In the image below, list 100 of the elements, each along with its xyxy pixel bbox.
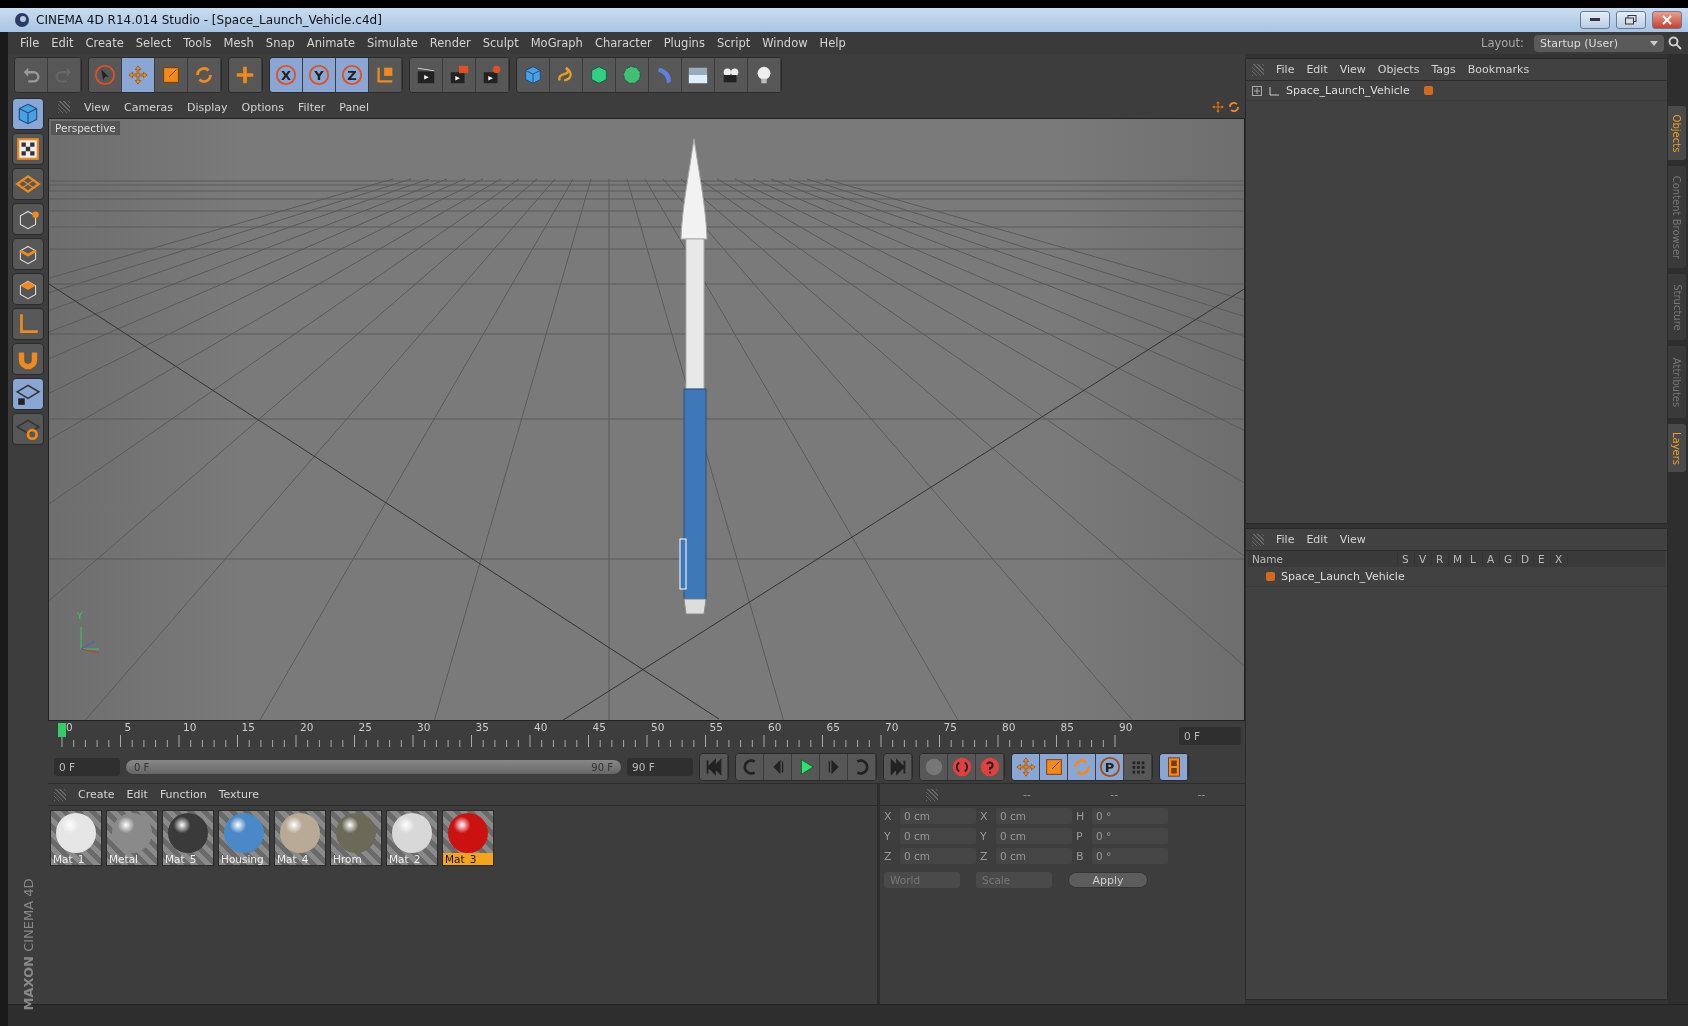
menu-item[interactable]: Panel xyxy=(333,100,375,114)
tool-button[interactable] xyxy=(12,378,44,410)
tool-button[interactable] xyxy=(12,273,44,305)
panel-grip[interactable] xyxy=(1252,533,1264,546)
material-thumbnail[interactable]: Housing xyxy=(218,810,270,866)
tool-button[interactable] xyxy=(12,98,44,130)
menu-item[interactable]: Cameras xyxy=(118,100,179,114)
tool-button[interactable]: X xyxy=(270,58,303,92)
column-header[interactable]: G xyxy=(1500,553,1517,565)
menu-item[interactable]: File xyxy=(1270,533,1301,546)
menu-item[interactable]: Window xyxy=(756,36,814,50)
material-thumbnail[interactable]: Mat_2 xyxy=(386,810,438,866)
menu-item[interactable]: View xyxy=(1333,533,1372,546)
material-thumbnail[interactable]: Mat_5 xyxy=(162,810,214,866)
menu-item[interactable]: View xyxy=(78,100,117,114)
menu-item[interactable]: File xyxy=(1270,63,1301,76)
menu-item[interactable]: MoGraph xyxy=(524,36,589,50)
menu-item[interactable]: Edit xyxy=(120,788,154,801)
coordinate-field[interactable]: 0 cm xyxy=(996,808,1072,824)
menu-item[interactable]: Create xyxy=(72,788,121,801)
coordinate-field[interactable]: 0 cm xyxy=(900,828,976,844)
column-header: -- xyxy=(1110,788,1119,801)
restore-button[interactable] xyxy=(1616,11,1646,29)
menu-item[interactable]: Character xyxy=(588,36,658,50)
axis-label: B xyxy=(1076,849,1085,863)
tool-button[interactable] xyxy=(12,238,44,270)
minimize-button[interactable] xyxy=(1580,11,1610,29)
menu-item[interactable]: Tools xyxy=(177,36,218,50)
search-icon[interactable] xyxy=(1668,36,1682,50)
menu-item[interactable]: Function xyxy=(153,788,213,801)
column-header[interactable]: L xyxy=(1466,553,1483,565)
panel-grip[interactable] xyxy=(925,788,938,801)
current-frame-field[interactable]: 0 F xyxy=(1179,727,1241,745)
menu-item[interactable]: Plugins xyxy=(657,36,711,50)
column-header[interactable]: D xyxy=(1517,553,1534,565)
tool-button[interactable] xyxy=(12,343,44,375)
menu-item[interactable]: Render xyxy=(423,36,477,50)
expand-icon[interactable] xyxy=(1252,85,1262,96)
panel-grip[interactable] xyxy=(58,101,70,113)
menu-item[interactable]: Create xyxy=(79,36,130,50)
material-thumbnail[interactable]: Mat_4 xyxy=(274,810,326,866)
end-frame-field[interactable]: 90 F xyxy=(627,758,693,776)
tool-button[interactable] xyxy=(410,58,443,92)
menu-item[interactable]: Snap xyxy=(259,36,301,50)
menu-item[interactable]: Simulate xyxy=(361,36,424,50)
menu-item[interactable]: Edit xyxy=(45,36,80,50)
timeline-ruler[interactable]: 0 5 10 15 20 25 30 35 40 45 50 55 60 65 70 75 80 85 90 xyxy=(56,721,1179,751)
column-header[interactable]: R xyxy=(1432,553,1449,565)
start-frame-field[interactable]: 0 F xyxy=(54,758,120,776)
menu-item[interactable]: Select xyxy=(129,36,178,50)
menu-item[interactable]: Options xyxy=(235,100,290,114)
menu-item[interactable]: Texture xyxy=(212,788,265,801)
coordinate-field[interactable]: 0 cm xyxy=(900,808,976,824)
menu-item[interactable]: Help xyxy=(813,36,852,50)
coordinate-field[interactable]: 0 ° xyxy=(1092,828,1168,844)
layout-dropdown[interactable]: Startup (User) xyxy=(1534,34,1664,52)
column-header[interactable]: M xyxy=(1449,553,1466,565)
axis-label: X xyxy=(980,809,989,823)
menu-item[interactable]: Animate xyxy=(300,36,361,50)
tool-button[interactable] xyxy=(12,308,44,340)
column-header[interactable]: V xyxy=(1415,553,1432,565)
layer-name[interactable]: Space_Launch_Vehicle xyxy=(1281,570,1405,583)
tool-button[interactable] xyxy=(12,133,44,165)
material-thumbnail[interactable]: Mat_3 xyxy=(442,810,494,866)
column-header[interactable]: A xyxy=(1483,553,1500,565)
column-header[interactable]: X xyxy=(1551,553,1568,565)
menu-item[interactable]: Sculpt xyxy=(476,36,525,50)
menu-item[interactable]: Edit xyxy=(1300,63,1334,76)
coordinate-field[interactable]: 0 cm xyxy=(996,828,1072,844)
panel-grip[interactable] xyxy=(54,788,66,801)
column-header[interactable]: Name xyxy=(1248,553,1398,565)
menu-item[interactable]: Tags xyxy=(1425,63,1462,76)
tool-button[interactable] xyxy=(12,413,44,445)
menu-item[interactable]: Display xyxy=(181,100,234,114)
tool-button[interactable]: Z xyxy=(336,58,369,92)
coordinate-field[interactable]: 0 cm xyxy=(900,848,976,864)
menu-item[interactable]: Bookmarks xyxy=(1461,63,1536,76)
menu-item[interactable]: Edit xyxy=(1300,533,1334,546)
side-tab[interactable]: Layers xyxy=(1668,424,1686,472)
coordinate-field[interactable]: 0 ° xyxy=(1092,848,1168,864)
menu-item[interactable]: Script xyxy=(710,36,757,50)
tool-button[interactable]: Y xyxy=(303,58,336,92)
tool-button[interactable] xyxy=(12,203,44,235)
coordinate-field[interactable]: 0 cm xyxy=(996,848,1072,864)
viewport[interactable]: Perspective Y xyxy=(48,118,1245,721)
menu-item[interactable]: Objects xyxy=(1371,63,1426,76)
tool-button[interactable] xyxy=(12,168,44,200)
menu-item[interactable]: File xyxy=(14,36,46,50)
apply-button[interactable]: Apply xyxy=(1068,872,1148,888)
close-button[interactable] xyxy=(1652,11,1682,29)
tool-button[interactable]: P xyxy=(1096,754,1124,780)
side-tab[interactable]: Objects xyxy=(1668,106,1686,160)
coordinate-field[interactable]: 0 ° xyxy=(1092,808,1168,824)
panel-grip[interactable] xyxy=(1252,63,1264,76)
object-name[interactable]: Space_Launch_Vehicle xyxy=(1286,84,1410,97)
column-header[interactable]: S xyxy=(1398,553,1415,565)
menu-item[interactable]: Filter xyxy=(292,100,332,114)
menu-item[interactable]: Mesh xyxy=(217,36,260,50)
menu-item[interactable]: View xyxy=(1333,63,1372,76)
column-header[interactable]: E xyxy=(1534,553,1551,565)
